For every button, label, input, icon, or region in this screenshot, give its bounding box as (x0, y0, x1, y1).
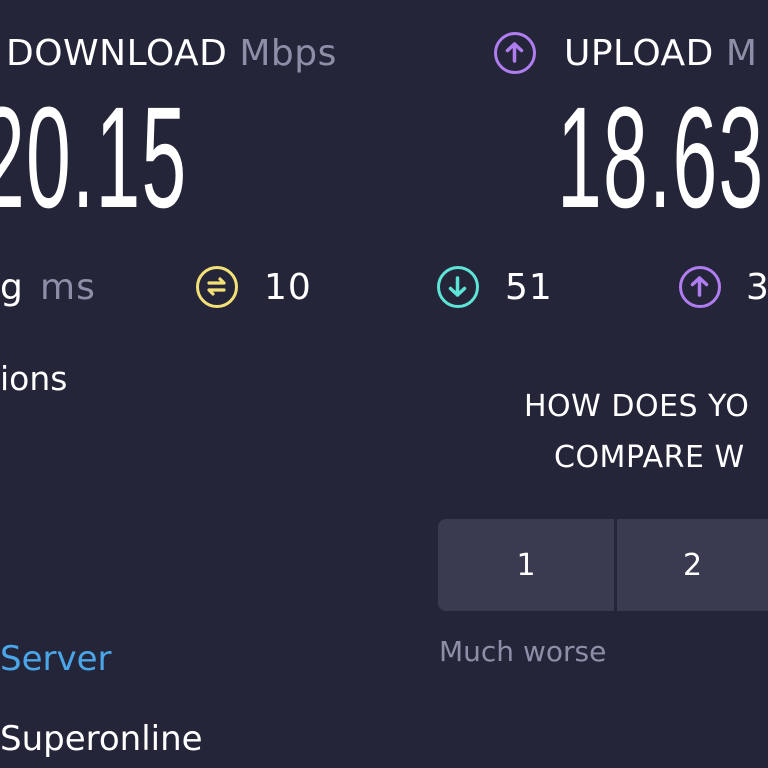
upload-latency-value: 3 (746, 267, 768, 308)
download-header: DOWNLOAD Mbps (6, 36, 337, 72)
download-value: 20.15 (0, 77, 188, 238)
upload-unit: M (725, 33, 758, 74)
upload-value: 18.63 (557, 77, 765, 238)
survey-question-line1: HOW DOES YO (524, 389, 750, 424)
rating-option-1[interactable]: 1 (438, 519, 614, 611)
jitter-value: 10 (264, 267, 312, 308)
connections-title: ions (0, 359, 68, 398)
survey-question-line2: COMPARE W (554, 440, 745, 475)
download-label: DOWNLOAD (6, 33, 228, 74)
rating-option-2[interactable]: 2 (617, 519, 768, 611)
ping-label: g (0, 267, 24, 308)
download-unit: Mbps (239, 33, 337, 74)
ping-unit: ms (40, 267, 96, 308)
upload-latency-icon (679, 266, 721, 308)
rating-option-1-label: 1 (516, 547, 536, 583)
upload-arrow-icon (494, 32, 536, 74)
rating-low-label: Much worse (439, 635, 607, 668)
download-latency-value: 51 (505, 267, 553, 308)
jitter-icon (196, 266, 238, 308)
change-server-link[interactable]: Server (0, 642, 112, 676)
rating-option-2-label: 2 (682, 547, 703, 583)
isp-name: Superonline (0, 719, 203, 759)
upload-header: UPLOAD M (564, 36, 757, 72)
download-latency-icon (437, 266, 479, 308)
upload-label: UPLOAD (564, 33, 714, 74)
